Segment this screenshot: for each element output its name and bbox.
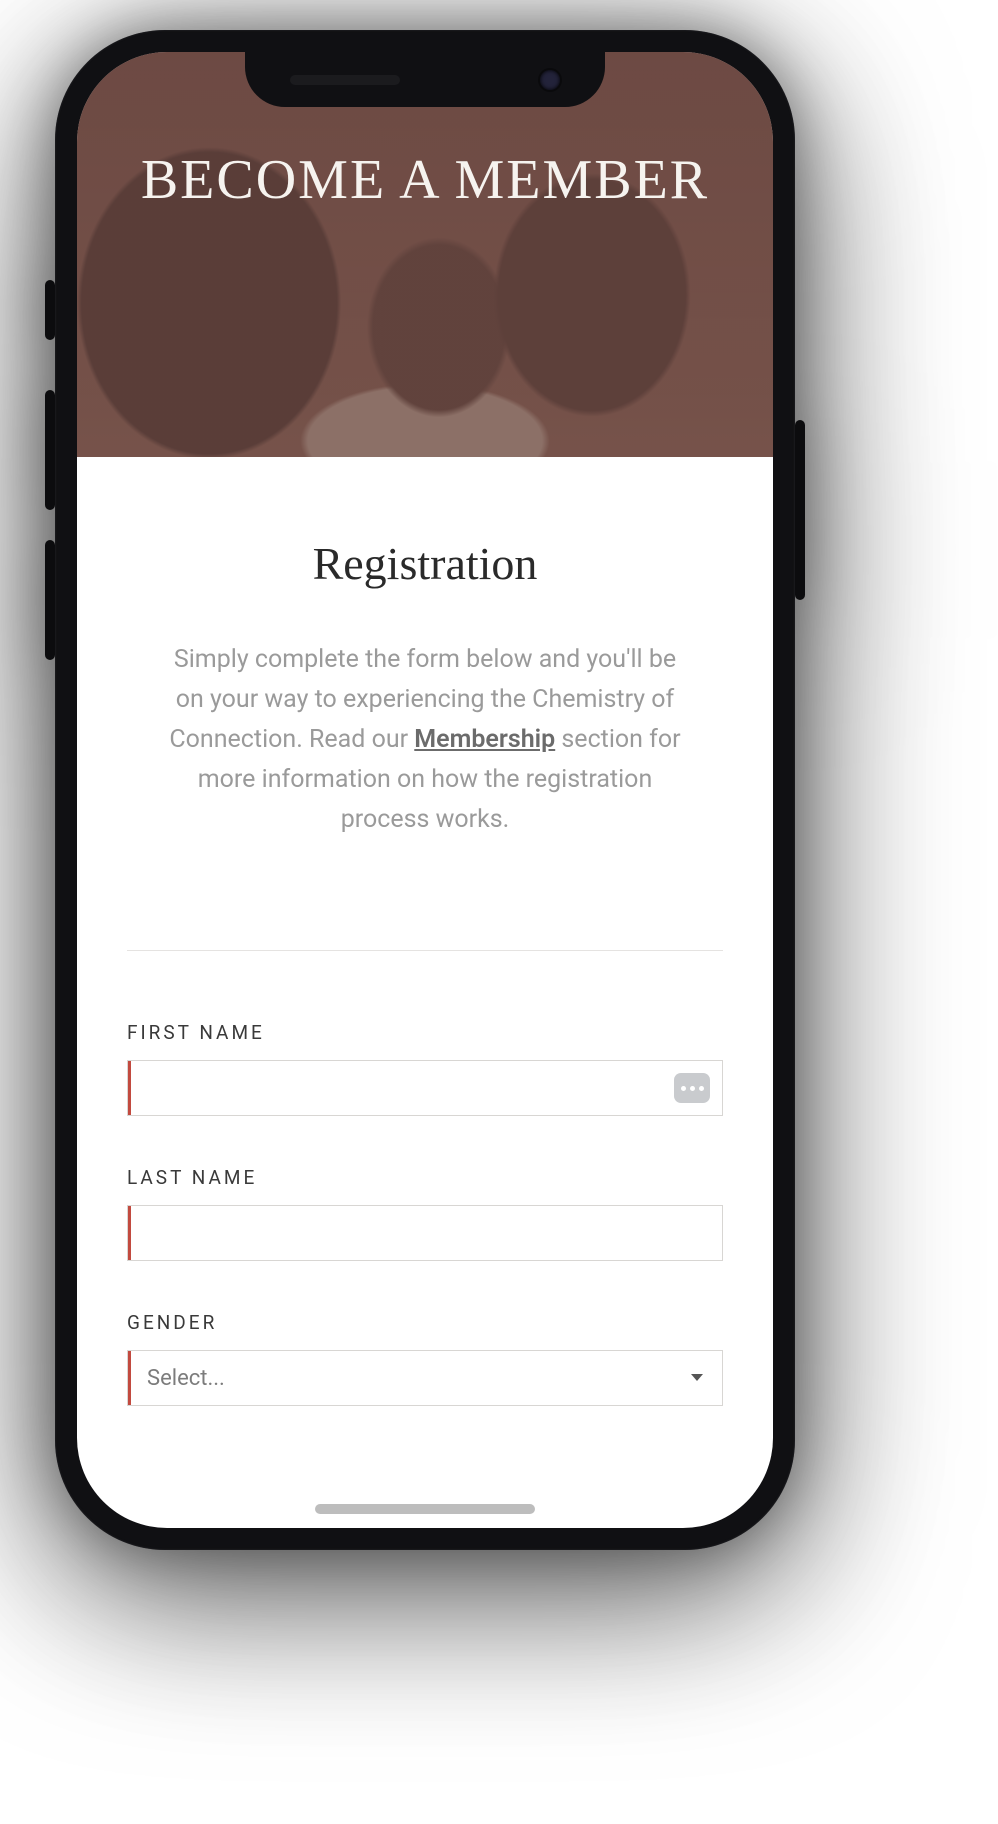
first-name-field: FIRST NAME <box>127 1021 723 1116</box>
last-name-label: LAST NAME <box>127 1166 723 1189</box>
first-name-input-wrap <box>127 1060 723 1116</box>
last-name-input[interactable] <box>131 1206 722 1260</box>
autofill-icon[interactable] <box>674 1073 710 1103</box>
screen: BECOME A MEMBER Registration Simply comp… <box>77 52 773 1528</box>
hero-banner: BECOME A MEMBER <box>77 52 773 457</box>
volume-up-button[interactable] <box>45 390 55 510</box>
hero-title: BECOME A MEMBER <box>141 147 709 213</box>
membership-link[interactable]: Membership <box>414 725 555 754</box>
last-name-input-wrap <box>127 1205 723 1261</box>
section-title: Registration <box>127 537 723 590</box>
gender-selected-value: Select... <box>131 1366 690 1391</box>
ring-switch[interactable] <box>45 280 55 340</box>
chevron-down-icon <box>690 1373 704 1383</box>
gender-select[interactable]: Select... <box>127 1350 723 1406</box>
intro-text: Simply complete the form below and you'l… <box>127 640 723 840</box>
front-camera <box>540 70 560 90</box>
home-indicator[interactable] <box>315 1504 535 1514</box>
power-button[interactable] <box>795 420 805 600</box>
volume-down-button[interactable] <box>45 540 55 660</box>
gender-field: GENDER Select... <box>127 1311 723 1406</box>
notch <box>245 52 605 107</box>
first-name-input[interactable] <box>131 1061 722 1115</box>
first-name-label: FIRST NAME <box>127 1021 723 1044</box>
content-area: Registration Simply complete the form be… <box>77 457 773 1496</box>
last-name-field: LAST NAME <box>127 1166 723 1261</box>
gender-label: GENDER <box>127 1311 723 1334</box>
divider <box>127 950 723 951</box>
phone-frame: BECOME A MEMBER Registration Simply comp… <box>55 30 795 1550</box>
speaker-grille <box>290 75 400 85</box>
